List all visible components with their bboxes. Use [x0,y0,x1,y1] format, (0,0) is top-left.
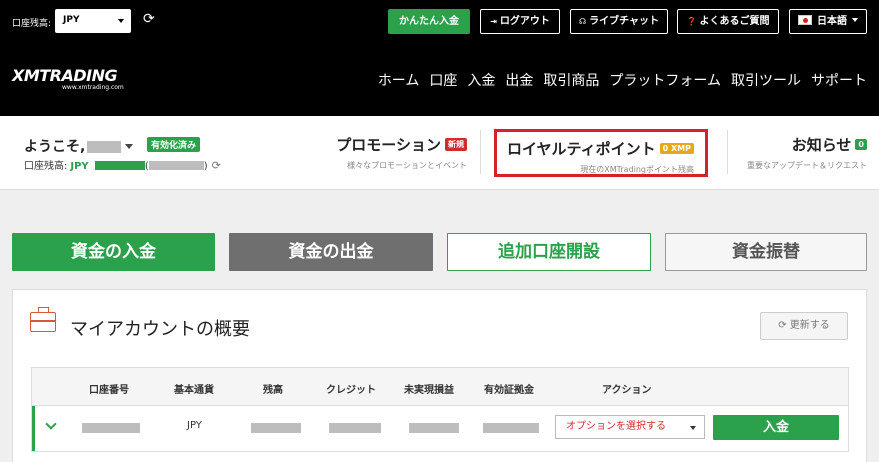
live-chat-label: ライブチャット [589,16,659,27]
accounts-table: 口座番号 基本通貨 残高 クレジット 未実現損益 有効証拠金 アクション JPY… [31,367,849,452]
table-row: JPY オプションを選択する 入金 [32,406,848,451]
redacted-username [87,141,122,153]
refresh-icon[interactable]: ⟳ [143,11,157,27]
option-select[interactable]: オプションを選択する [555,415,705,439]
column-header-account-number: 口座番号 [89,385,129,396]
logo-text: XMTRADING [12,66,118,85]
nav-item-deposit[interactable]: 入金 [467,70,495,90]
japan-flag-icon [798,15,812,25]
logout-button[interactable]: ⇥ ログアウト [480,9,560,34]
briefcase-icon [30,307,56,332]
option-select-label: オプションを選択する [566,421,666,432]
live-chat-button[interactable]: ☊ ライブチャット [570,9,668,34]
promotions-subtitle: 様々なプロモーションとイベント [347,161,467,170]
nav-item-account[interactable]: 口座 [429,70,457,90]
notifications-count-badge: 0 [855,139,867,150]
withdraw-funds-button[interactable]: 資金の出金 [229,233,433,271]
table-header: 口座番号 基本通貨 残高 クレジット 未実現損益 有効証拠金 アクション [32,368,848,406]
divider [480,130,481,174]
refresh-icon: ⟳ [778,320,787,331]
column-header-credit: クレジット [326,385,376,396]
xmtrading-logo[interactable]: XMTRADING www.xmtrading.com [12,66,124,91]
account-select[interactable]: JPY [55,9,131,33]
faq-button[interactable]: ❓ よくあるご質問 [677,9,779,34]
verified-badge: 有効化済み [147,137,201,152]
promotions-link[interactable]: プロモーション 新規 様々なプロモーションとイベント [324,134,467,171]
nav-menu: ホーム 口座 入金 出金 取引商品 プラットフォーム 取引ツール サポート [378,70,867,90]
redacted-balance [251,423,301,433]
divider [727,130,728,174]
row-deposit-button[interactable]: 入金 [713,415,839,440]
promotions-title: プロモーション [336,136,441,154]
balance-label: 口座残高: [12,19,52,29]
column-header-balance: 残高 [263,385,283,396]
loyalty-points-link[interactable]: ロイヤルティポイント 0 XMP 現在のXMTradingポイント残高 [494,129,708,177]
account-overview-panel: マイアカウントの概要 ⟳ 更新する 口座番号 基本通貨 残高 クレジット 未実現… [12,289,867,462]
chevron-down-icon [125,144,134,149]
nav-item-support[interactable]: サポート [811,70,867,90]
notifications-subtitle: 重要なアップデート＆リクエスト [747,161,867,170]
balance-label: 口座残高: [24,161,68,172]
deposit-funds-button[interactable]: 資金の入金 [12,233,215,271]
new-badge: 新規 [445,138,467,151]
welcome-text: ようこそ, [24,139,86,155]
loyalty-points-title: ロイヤルティポイント [507,140,656,158]
column-header-equity: 有効証拠金 [484,385,534,396]
language-label: 日本語 [817,16,847,27]
redacted-balance [94,161,145,170]
notifications-title: お知らせ [791,136,852,154]
account-info-bar: ようこそ, 有効化済み 口座残高: JPY () ⟳ プロモーション 新規 様々なプロ… [0,116,879,190]
nav-item-platforms[interactable]: プラットフォーム [609,70,721,90]
redacted-unrealized-pnl [409,423,459,433]
logout-icon: ⇥ [490,17,497,26]
transfer-funds-button[interactable]: 資金振替 [665,233,867,271]
nav-item-instruments[interactable]: 取引商品 [543,70,599,90]
account-select-value: JPY [63,15,80,25]
column-header-base-currency: 基本通貨 [174,385,214,396]
welcome-user[interactable]: ようこそ, [24,136,134,156]
logout-label: ログアウト [499,16,550,27]
chevron-down-icon [118,19,124,23]
quick-deposit-button[interactable]: かんたん入金 [388,9,470,34]
redacted-account-number [82,423,140,433]
refresh-button[interactable]: ⟳ 更新する [760,312,848,340]
redacted-equity [483,423,539,433]
open-additional-account-button[interactable]: 追加口座開設 [447,233,651,271]
panel-title: マイアカウントの概要 [70,319,250,340]
nav-item-withdraw[interactable]: 出金 [505,70,533,90]
chevron-down-icon [852,18,858,22]
notifications-link[interactable]: お知らせ 0 重要なアップデート＆リクエスト [745,134,867,171]
balance-currency: JPY [70,161,89,172]
headset-icon: ☊ [578,17,587,26]
faq-label: よくあるご質問 [699,16,770,27]
logo-url: www.xmtrading.com [62,84,124,91]
redacted-account [148,161,204,170]
xmp-badge: 0 XMP [659,143,694,154]
question-icon: ❓ [686,17,697,26]
row-currency: JPY [187,420,202,431]
column-header-action: アクション [602,385,652,396]
main-navbar: XMTRADING www.xmtrading.com ホーム 口座 入金 出金… [0,44,879,116]
chevron-down-icon [690,426,696,430]
nav-item-tools[interactable]: 取引ツール [731,70,801,90]
top-utility-bar: 口座残高: JPY ⟳ かんたん入金 ⇥ ログアウト ☊ ライブチャット ❓ よくある… [0,0,879,44]
refresh-icon[interactable]: ⟳ [212,159,221,172]
balance-summary: 口座残高: JPY () ⟳ [24,159,221,172]
column-header-unrealized-pnl: 未実現損益 [404,385,454,396]
refresh-label: 更新する [789,320,830,331]
redacted-credit [329,423,381,433]
nav-item-home[interactable]: ホーム [378,70,420,90]
chevron-down-icon[interactable] [45,418,57,430]
loyalty-points-subtitle: 現在のXMTradingポイント残高 [580,165,694,174]
language-select[interactable]: 日本語 [789,9,867,34]
